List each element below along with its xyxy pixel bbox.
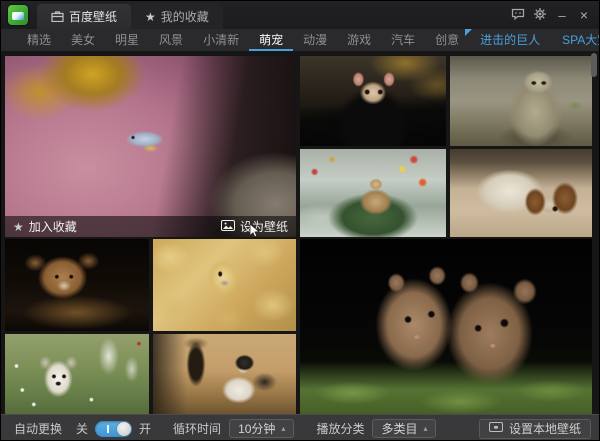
briefcase-icon bbox=[51, 11, 64, 22]
category-games[interactable]: 游戏 bbox=[337, 29, 381, 51]
close-button[interactable]: × bbox=[573, 5, 595, 25]
category-special-titan[interactable]: 进击的巨人 bbox=[469, 29, 551, 51]
set-local-wallpaper-label: 设置本地壁纸 bbox=[509, 420, 581, 437]
minimize-button[interactable]: – bbox=[551, 5, 573, 25]
settings-button[interactable] bbox=[529, 5, 551, 25]
close-icon: × bbox=[580, 7, 588, 23]
cursor-icon bbox=[249, 224, 260, 237]
titlebar-controls: – × bbox=[507, 1, 595, 29]
new-flag-icon bbox=[465, 29, 472, 36]
set-local-wallpaper-button[interactable]: 设置本地壁纸 bbox=[479, 419, 591, 439]
photo-cat-sewing-machine[interactable] bbox=[153, 334, 296, 414]
photo-husky-puppy[interactable] bbox=[5, 334, 149, 414]
star-icon: ★ bbox=[13, 221, 24, 233]
tab-my-favorites[interactable]: ★ 我的收藏 bbox=[131, 4, 223, 29]
cycle-time-label: 循环时间 bbox=[173, 420, 221, 437]
category-beauty[interactable]: 美女 bbox=[61, 29, 105, 51]
category-pets-active[interactable]: 萌宠 bbox=[249, 29, 293, 51]
photo-hover-overlay: ★ 加入收藏 设为壁纸 bbox=[5, 216, 296, 237]
tab-label: 百度壁纸 bbox=[69, 8, 117, 25]
cycle-time-value: 10分钟 bbox=[238, 420, 275, 437]
play-category-label: 播放分类 bbox=[316, 420, 364, 437]
category-cars[interactable]: 汽车 bbox=[381, 29, 425, 51]
photo-coral-fish[interactable]: ★ 加入收藏 设为壁纸 bbox=[5, 56, 296, 237]
photo-grid: ★ 加入收藏 设为壁纸 bbox=[1, 51, 599, 414]
play-category-dropdown[interactable]: 多类目 ▴ bbox=[372, 419, 436, 438]
auto-change-toggle[interactable] bbox=[95, 421, 132, 437]
set-wallpaper-button[interactable]: 设为壁纸 bbox=[221, 218, 288, 235]
photo-mouse-in-boot[interactable] bbox=[300, 56, 446, 146]
toggle-knob[interactable] bbox=[117, 422, 131, 436]
set-wallpaper-label: 设为壁纸 bbox=[240, 218, 288, 235]
play-category-value: 多类目 bbox=[381, 420, 417, 437]
scrollbar-thumb[interactable] bbox=[591, 53, 597, 77]
category-special-spa[interactable]: SPA大赏 bbox=[551, 29, 600, 51]
toggle-on-label: 开 bbox=[139, 420, 151, 437]
photo-wild-cat[interactable] bbox=[450, 56, 592, 146]
add-favorite-label: 加入收藏 bbox=[29, 218, 77, 235]
monitor-icon bbox=[489, 422, 503, 436]
app-window: 百度壁纸 ★ 我的收藏 – × 精选 美女 明星 风景 小清新 bbox=[0, 0, 600, 441]
category-bar: 精选 美女 明星 风景 小清新 萌宠 动漫 游戏 汽车 创意 进击的巨人 SPA… bbox=[1, 29, 599, 51]
chevron-up-icon: ▴ bbox=[281, 424, 285, 433]
app-logo-icon bbox=[8, 5, 28, 25]
bottombar: 自动更换 关 开 循环时间 10分钟 ▴ 播放分类 多类目 ▴ 设置本地壁纸 bbox=[1, 414, 599, 441]
photo-two-mice[interactable] bbox=[300, 239, 592, 414]
tab-label: 我的收藏 bbox=[161, 8, 209, 25]
speech-bubble-icon bbox=[511, 8, 525, 23]
picture-icon bbox=[221, 220, 235, 234]
cycle-time-dropdown[interactable]: 10分钟 ▴ bbox=[229, 419, 294, 438]
photo-ducklings[interactable] bbox=[153, 239, 296, 331]
star-icon: ★ bbox=[145, 11, 156, 23]
photo-sleeping-dog[interactable] bbox=[450, 149, 592, 237]
auto-change-label: 自动更换 bbox=[14, 420, 62, 437]
minimize-icon: – bbox=[558, 8, 565, 23]
gear-icon bbox=[533, 7, 547, 24]
special-category-group: 进击的巨人 SPA大赏 史大力 欢乐六一 bbox=[469, 29, 600, 51]
toggle-off-label: 关 bbox=[76, 420, 88, 437]
add-favorite-button[interactable]: ★ 加入收藏 bbox=[13, 218, 77, 235]
category-creative[interactable]: 创意 bbox=[425, 29, 469, 51]
photo-cougar[interactable] bbox=[5, 239, 149, 331]
category-scenery[interactable]: 风景 bbox=[149, 29, 193, 51]
category-anime[interactable]: 动漫 bbox=[293, 29, 337, 51]
chevron-up-icon: ▴ bbox=[423, 424, 427, 433]
titlebar: 百度壁纸 ★ 我的收藏 – × bbox=[1, 1, 599, 29]
photo-rabbit-christmas[interactable] bbox=[300, 149, 446, 237]
tab-baidu-wallpaper[interactable]: 百度壁纸 bbox=[37, 4, 131, 29]
scrollbar[interactable] bbox=[591, 51, 598, 414]
feedback-button[interactable] bbox=[507, 5, 529, 25]
category-featured[interactable]: 精选 bbox=[17, 29, 61, 51]
category-fresh[interactable]: 小清新 bbox=[193, 29, 249, 51]
category-stars[interactable]: 明星 bbox=[105, 29, 149, 51]
